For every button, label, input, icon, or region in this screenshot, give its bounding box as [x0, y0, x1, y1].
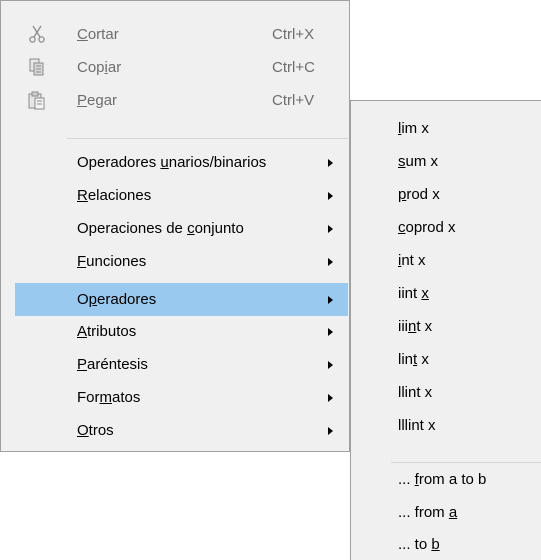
- menu-item-label: Paréntesis: [77, 356, 148, 373]
- submenu-item-label: lim x: [398, 120, 429, 137]
- submenu-item-iint[interactable]: iint x: [351, 277, 541, 310]
- submenu-item-coprod[interactable]: coprod x: [351, 211, 541, 244]
- scissors-icon: [27, 24, 47, 44]
- submenu-arrow-icon: [328, 192, 333, 200]
- menu-item-copy[interactable]: Copiar Ctrl+C: [1, 51, 349, 84]
- submenu-arrow-icon: [328, 394, 333, 402]
- submenu-arrow-icon: [328, 159, 333, 167]
- submenu-item-lim[interactable]: lim x: [351, 112, 541, 145]
- submenu-arrow-icon: [328, 328, 333, 336]
- menu-item-relations[interactable]: Relaciones: [1, 179, 349, 212]
- submenu-item-label: ... from a: [398, 504, 458, 521]
- submenu-item-label: llint x: [398, 384, 433, 401]
- menu-separator: [67, 138, 348, 139]
- submenu-item-from-a-to-b[interactable]: ... from a to b: [351, 463, 541, 496]
- menu-item-label: Pegar: [77, 92, 118, 109]
- submenu-item-label: int x: [398, 252, 426, 269]
- submenu-item-from-a[interactable]: ... from a: [351, 496, 541, 529]
- menu-item-label: Operadores: [77, 291, 157, 308]
- submenu-arrow-icon: [328, 296, 333, 304]
- menu-item-cut[interactable]: Cortar Ctrl+X: [1, 18, 349, 51]
- submenu-item-label: prod x: [398, 186, 440, 203]
- menu-item-attributes[interactable]: Atributos: [1, 315, 349, 348]
- menu-item-shortcut: Ctrl+X: [272, 26, 315, 43]
- menu-item-shortcut: Ctrl+V: [272, 92, 315, 109]
- menu-item-functions[interactable]: Funciones: [1, 245, 349, 278]
- menu-item-label: Relaciones: [77, 187, 152, 204]
- submenu-item-int[interactable]: int x: [351, 244, 541, 277]
- menu-item-paste[interactable]: Pegar Ctrl+V: [1, 84, 349, 117]
- menu-item-unary-binary-operators[interactable]: Operadores unarios/binarios: [1, 146, 349, 179]
- submenu-item-label: iiint x: [398, 318, 433, 335]
- menu-item-shortcut: Ctrl+C: [272, 59, 315, 76]
- submenu-item-label: ... to b: [398, 536, 440, 553]
- menu-item-brackets[interactable]: Paréntesis: [1, 348, 349, 381]
- submenu-item-label: sum x: [398, 153, 439, 170]
- copy-icon: [27, 57, 47, 77]
- menu-item-label: Copiar: [77, 59, 122, 76]
- submenu-item-llint[interactable]: llint x: [351, 376, 541, 409]
- operators-submenu: lim x sum x prod x coprod x int x iint x…: [350, 100, 541, 560]
- menu-item-label: Funciones: [77, 253, 147, 270]
- submenu-item-label: coprod x: [398, 219, 456, 236]
- menu-item-label: Operaciones de conjunto: [77, 220, 244, 237]
- menu-item-others[interactable]: Otros: [1, 414, 349, 447]
- menu-item-label: Formatos: [77, 389, 141, 406]
- submenu-item-prod[interactable]: prod x: [351, 178, 541, 211]
- submenu-item-label: lllint x: [398, 417, 436, 434]
- submenu-item-label: ... from a to b: [398, 471, 487, 488]
- submenu-item-to-b[interactable]: ... to b: [351, 528, 541, 560]
- menu-item-label: Otros: [77, 422, 114, 439]
- submenu-arrow-icon: [328, 258, 333, 266]
- context-menu: Cortar Ctrl+X Copiar Ctrl+C Pegar Ctrl+V…: [0, 0, 350, 452]
- submenu-item-sum[interactable]: sum x: [351, 145, 541, 178]
- submenu-arrow-icon: [328, 427, 333, 435]
- menu-item-formats[interactable]: Formatos: [1, 381, 349, 414]
- context-menu-area: Cortar Ctrl+X Copiar Ctrl+C Pegar Ctrl+V…: [0, 0, 541, 560]
- submenu-item-label: lint x: [398, 351, 429, 368]
- submenu-item-lllint[interactable]: lllint x: [351, 409, 541, 442]
- submenu-item-lint[interactable]: lint x: [351, 343, 541, 376]
- submenu-arrow-icon: [328, 225, 333, 233]
- submenu-item-iiint[interactable]: iiint x: [351, 310, 541, 343]
- paste-icon: [27, 90, 47, 110]
- menu-item-label: Cortar: [77, 26, 119, 43]
- menu-item-set-operations[interactable]: Operaciones de conjunto: [1, 212, 349, 245]
- submenu-item-label: iint x: [398, 285, 429, 302]
- menu-item-label: Operadores unarios/binarios: [77, 154, 267, 171]
- submenu-arrow-icon: [328, 361, 333, 369]
- menu-item-operators[interactable]: Operadores: [15, 283, 348, 316]
- menu-item-label: Atributos: [77, 323, 137, 340]
